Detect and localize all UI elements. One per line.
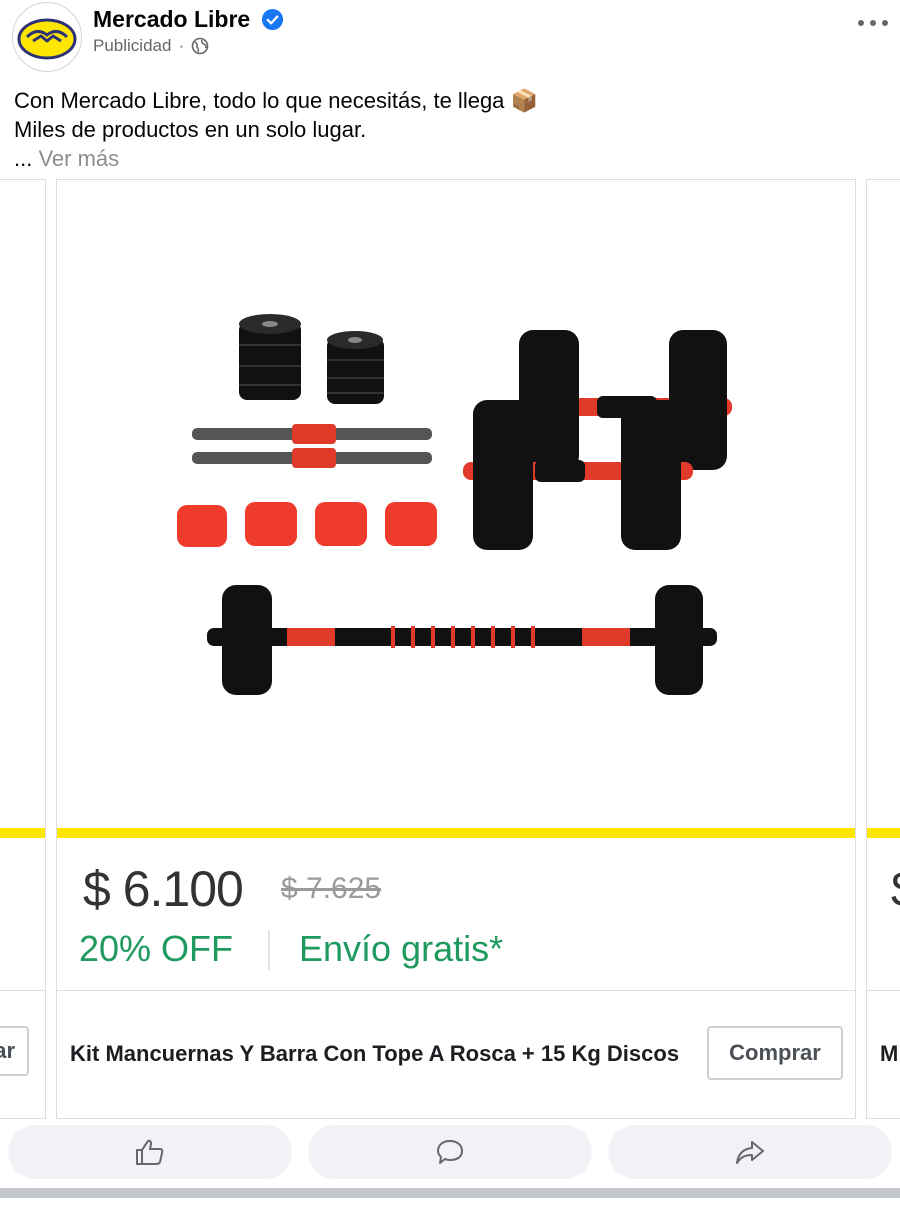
page-name[interactable]: Mercado Libre [93,6,250,33]
carousel-card-previous[interactable]: ar [0,179,46,1119]
card-divider [0,990,45,991]
post-meta: Publicidad · [93,36,209,56]
post-text: Con Mercado Libre, todo lo que necesitás… [14,86,538,173]
more-options-button[interactable] [858,12,888,34]
dot [870,20,876,26]
comment-button[interactable] [308,1125,592,1179]
dot [858,20,864,26]
page-avatar[interactable] [12,2,82,72]
discount-label: 20% OFF [79,928,234,969]
card-divider [867,990,900,991]
free-shipping-label: Envío gratis* [299,928,504,969]
product-title: Kit Mancuernas Y Barra Con Tope A Rosca … [70,1041,680,1066]
share-icon [736,1141,764,1164]
feed-separator [0,1188,900,1198]
original-price: $ 7.625 [281,872,382,905]
mercado-libre-logo-icon [17,18,77,60]
carousel-card-main[interactable]: $ 6.100 $ 7.625 20% OFF Envío gratis* Ki… [56,179,856,1119]
like-icon [136,1139,164,1165]
ellipsis: ... [14,146,33,171]
product-price: $ 6.100 [83,861,244,917]
buy-button[interactable]: Comprar [707,1026,843,1080]
price-band [0,828,45,838]
product-image[interactable] [57,180,855,828]
price-band [57,828,855,838]
meta-separator: · [178,36,185,55]
next-card-price: $ [891,860,900,918]
verified-badge-icon [261,8,284,31]
post-text-line-2: Miles de productos en un solo lugar. [14,117,367,142]
post-text-line-1: Con Mercado Libre, todo lo que necesitás… [14,88,538,113]
buy-button-previous[interactable]: ar [0,1026,29,1076]
globe-icon [191,37,209,55]
label-separator [268,930,270,970]
like-button[interactable] [8,1125,292,1179]
dumbbell-kit-icon [177,314,732,695]
price-band [867,828,900,838]
sponsored-label: Publicidad [93,36,172,55]
share-button[interactable] [608,1125,892,1179]
see-more-link[interactable]: Ver más [38,146,119,171]
dot [882,20,888,26]
card-divider [57,990,855,991]
comment-icon [437,1140,463,1164]
next-card-title: M [880,1041,899,1066]
carousel-card-next[interactable]: $ M [866,179,900,1119]
